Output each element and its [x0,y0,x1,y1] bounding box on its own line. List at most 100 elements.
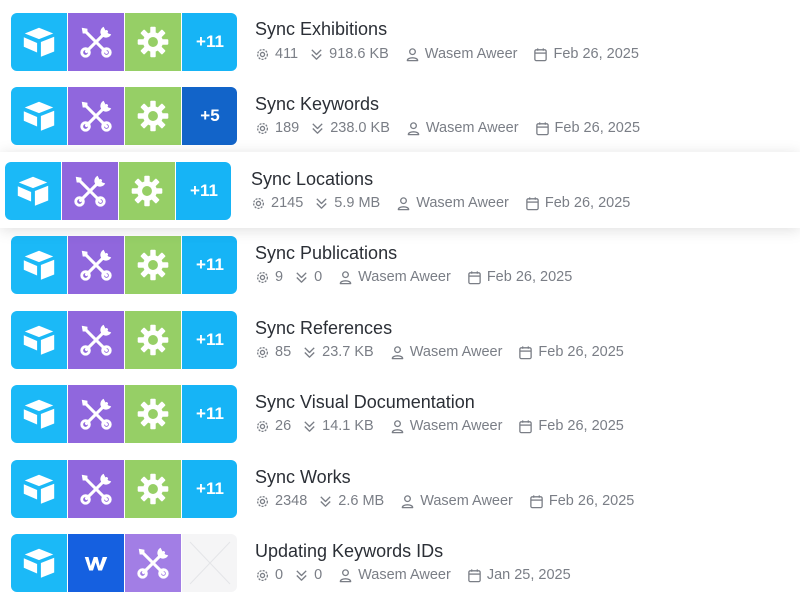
data-transfer: 0 [294,269,322,285]
tools-icon [68,385,124,443]
author: Wasem Aweer [338,269,451,285]
scenario-title[interactable]: Updating Keywords IDs [255,541,443,562]
calendar-icon [467,270,482,285]
more-apps-badge: +11 [176,162,231,220]
calendar-icon [518,419,533,434]
scenario-row[interactable]: +11 Sync Exhibitions 411 918.6 KB Wasem … [0,0,800,74]
date: Feb 26, 2025 [518,344,624,360]
operations-icon [255,419,270,434]
calendar-icon [525,196,540,211]
data-transfer: 2.6 MB [318,493,384,509]
author: Wasem Aweer [405,46,517,62]
tools-icon [68,13,124,71]
author: Wasem Aweer [390,344,502,360]
scenario-row[interactable]: +11 Sync References 85 23.7 KB Wasem Awe… [0,298,800,372]
gear-icon [119,162,175,220]
scenario-app-icons [11,534,237,592]
airtable-icon [5,162,61,220]
gear-icon [125,311,181,369]
more-apps-badge: +5 [182,87,237,145]
gear-icon [125,460,181,518]
empty-app-slot [182,534,237,592]
scenario-row[interactable]: +11 Sync Publications 9 0 Wasem Aweer Fe… [0,223,800,297]
scenario-app-icons: +11 [5,162,231,220]
calendar-icon [533,47,548,62]
scenario-row-hovered[interactable]: +11 Sync Locations 2145 5.9 MB Wasem Awe… [0,152,800,228]
scenario-list: +11 Sync Exhibitions 411 918.6 KB Wasem … [0,0,800,599]
scenario-row[interactable]: +5 Sync Keywords 189 238.0 KB Wasem Awee… [0,74,800,148]
webflow-icon [68,534,124,592]
operations-count: 85 [255,344,291,360]
gear-icon [125,13,181,71]
user-icon [338,270,353,285]
author: Wasem Aweer [390,418,502,434]
airtable-icon [11,87,67,145]
calendar-icon [467,568,482,583]
operations-icon [255,494,270,509]
tools-icon [62,162,118,220]
data-transfer-icon [310,121,325,136]
scenario-app-icons: +11 [11,460,237,518]
airtable-icon [11,311,67,369]
empty-slot-icon [189,541,231,585]
scenario-row[interactable]: Updating Keywords IDs 0 0 Wasem Aweer Ja… [0,521,800,595]
tools-icon [68,460,124,518]
data-transfer: 14.1 KB [302,418,374,434]
scenario-meta: 26 14.1 KB Wasem Aweer Feb 26, 2025 [255,418,640,434]
gear-icon [125,236,181,294]
data-transfer-icon [302,345,317,360]
date: Feb 26, 2025 [529,493,634,509]
data-transfer-icon [314,196,329,211]
scenario-row[interactable]: +11 Sync Visual Documentation 26 14.1 KB… [0,372,800,446]
scenario-meta: 2348 2.6 MB Wasem Aweer Feb 26, 2025 [255,493,650,509]
scenario-app-icons: +5 [11,87,237,145]
scenario-title[interactable]: Sync Exhibitions [255,19,387,40]
data-transfer-icon [309,47,324,62]
date: Feb 26, 2025 [525,195,630,211]
author: Wasem Aweer [338,567,451,583]
data-transfer-icon [294,568,309,583]
operations-count: 0 [255,567,283,583]
user-icon [406,121,421,136]
data-transfer: 23.7 KB [302,344,374,360]
data-transfer: 0 [294,567,322,583]
author: Wasem Aweer [400,493,513,509]
scenario-title[interactable]: Sync Keywords [255,94,379,115]
airtable-icon [11,534,67,592]
scenario-app-icons: +11 [11,311,237,369]
data-transfer: 918.6 KB [309,46,389,62]
date: Feb 26, 2025 [467,269,572,285]
more-apps-badge: +11 [182,311,237,369]
scenario-title[interactable]: Sync Visual Documentation [255,392,475,413]
scenario-meta: 411 918.6 KB Wasem Aweer Feb 26, 2025 [255,46,655,62]
scenario-meta: 0 0 Wasem Aweer Jan 25, 2025 [255,567,587,583]
tools-icon [68,311,124,369]
data-transfer: 238.0 KB [310,120,390,136]
calendar-icon [529,494,544,509]
scenario-row[interactable]: +11 Sync Works 2348 2.6 MB Wasem Aweer F… [0,447,800,521]
operations-count: 26 [255,418,291,434]
tools-icon [68,236,124,294]
airtable-icon [11,236,67,294]
operations-count: 9 [255,269,283,285]
scenario-title[interactable]: Sync Publications [255,243,397,264]
user-icon [390,345,405,360]
operations-icon [255,568,270,583]
scenario-app-icons: +11 [11,13,237,71]
scenario-app-icons: +11 [11,236,237,294]
operations-icon [255,121,270,136]
operations-icon [255,270,270,285]
operations-icon [255,47,270,62]
tools-icon [68,87,124,145]
date: Feb 26, 2025 [535,120,640,136]
airtable-icon [11,13,67,71]
scenario-title[interactable]: Sync Locations [251,169,373,190]
scenario-title[interactable]: Sync References [255,318,392,339]
more-apps-badge: +11 [182,460,237,518]
scenario-app-icons: +11 [11,385,237,443]
more-apps-badge: +11 [182,13,237,71]
author: Wasem Aweer [396,195,509,211]
gear-icon [125,385,181,443]
scenario-title[interactable]: Sync Works [255,467,351,488]
scenario-meta: 85 23.7 KB Wasem Aweer Feb 26, 2025 [255,344,640,360]
